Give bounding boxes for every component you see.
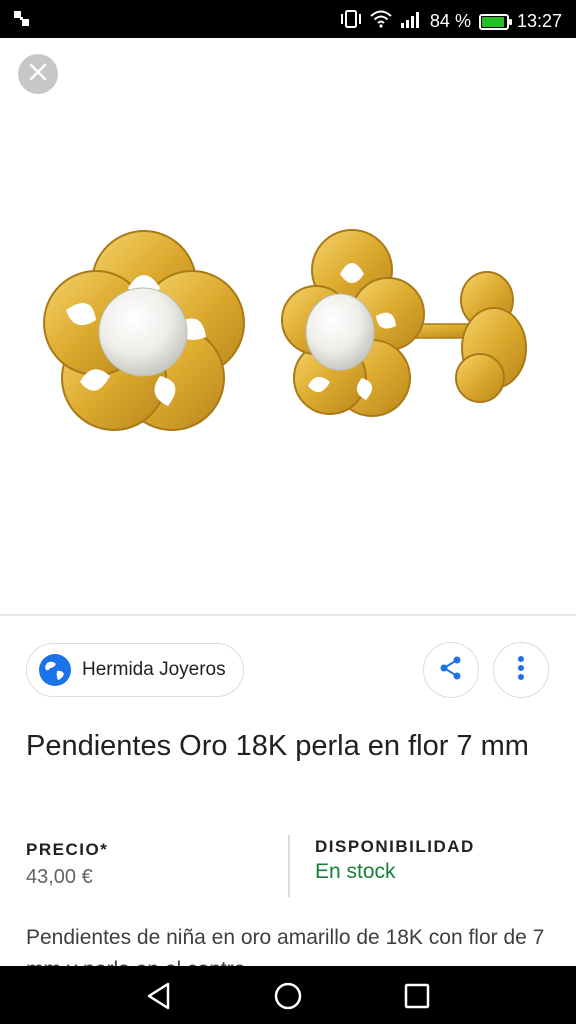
battery-icon <box>478 13 512 30</box>
source-name: Hermida Joyeros <box>82 659 226 680</box>
vibrate-icon <box>340 9 362 34</box>
battery-percent: 84 % <box>429 11 471 31</box>
divider <box>0 614 576 616</box>
more-options-button[interactable] <box>493 642 549 698</box>
share-icon <box>438 655 464 686</box>
home-button[interactable] <box>274 982 302 1015</box>
wifi-icon <box>370 10 392 33</box>
earring-front-view <box>43 230 245 431</box>
divider <box>288 835 290 897</box>
recents-button[interactable] <box>404 983 430 1014</box>
share-button[interactable] <box>423 642 479 698</box>
close-button[interactable] <box>18 54 58 94</box>
product-image[interactable] <box>0 38 576 614</box>
status-bar: 84 % 13:27 <box>0 0 576 38</box>
navigation-bar <box>0 966 576 1024</box>
product-title: Pendientes Oro 18K perla en flor 7 mm <box>26 730 529 762</box>
close-icon <box>28 62 48 87</box>
notification-icon <box>12 9 32 34</box>
availability-label: DISPONIBILIDAD <box>315 837 475 856</box>
source-website-chip[interactable]: Hermida Joyeros <box>26 643 244 697</box>
availability-value: En stock <box>315 860 396 883</box>
clock: 13:27 <box>516 11 562 31</box>
more-vert-icon <box>517 655 525 686</box>
back-button[interactable] <box>146 982 172 1015</box>
price-label: PRECIO* <box>26 840 109 859</box>
signal-icon <box>400 10 422 33</box>
globe-icon <box>38 653 72 687</box>
price-value: 43,00 € <box>26 866 93 888</box>
earring-side-view <box>281 229 527 417</box>
